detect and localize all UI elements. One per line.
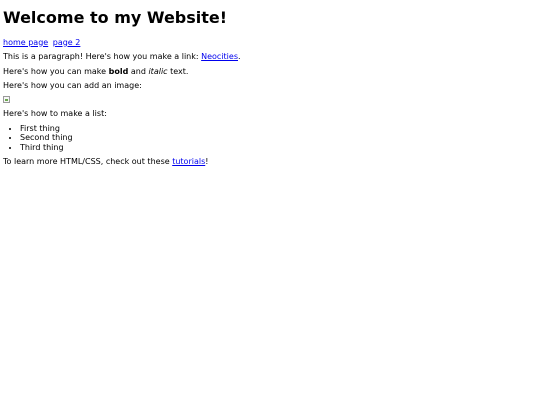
format-paragraph-middle: and — [128, 66, 149, 76]
learn-paragraph: To learn more HTML/CSS, check out these … — [3, 157, 537, 167]
link-paragraph: This is a paragraph! Here's how you make… — [3, 52, 537, 62]
example-list: First thing Second thing Third thing — [3, 124, 537, 153]
page-2-link[interactable]: page 2 — [53, 38, 81, 47]
neocities-link[interactable]: Neocities — [201, 52, 238, 61]
image-paragraph: Here's how you can add an image: — [3, 81, 142, 91]
link-paragraph-text: This is a paragraph! Here's how you make… — [3, 52, 202, 62]
list-item: Third thing — [20, 143, 537, 153]
learn-paragraph-text: To learn more HTML/CSS, check out these — [3, 157, 173, 167]
format-paragraph-text: Here's how you can make — [3, 66, 109, 76]
list-item: Second thing — [20, 133, 537, 143]
italic-text: italic — [148, 66, 168, 76]
tutorials-link[interactable]: tutorials — [172, 157, 205, 166]
page-content: Welcome to my Website! home page page 2 … — [0, 0, 540, 167]
nav-links: home page page 2 — [3, 38, 537, 48]
learn-paragraph-end: ! — [205, 157, 209, 167]
image-container — [3, 95, 537, 104]
bold-text: bold — [108, 66, 129, 76]
home-page-link[interactable]: home page — [3, 38, 48, 47]
format-paragraph: Here's how you can make bold and italic … — [3, 67, 537, 77]
list-item: First thing — [20, 124, 537, 134]
link-paragraph-end: . — [238, 52, 241, 62]
broken-image-icon — [3, 95, 10, 103]
list-paragraph: Here's how to make a list: — [3, 108, 107, 118]
format-paragraph-end: text. — [167, 66, 189, 76]
page-title: Welcome to my Website! — [3, 8, 228, 27]
